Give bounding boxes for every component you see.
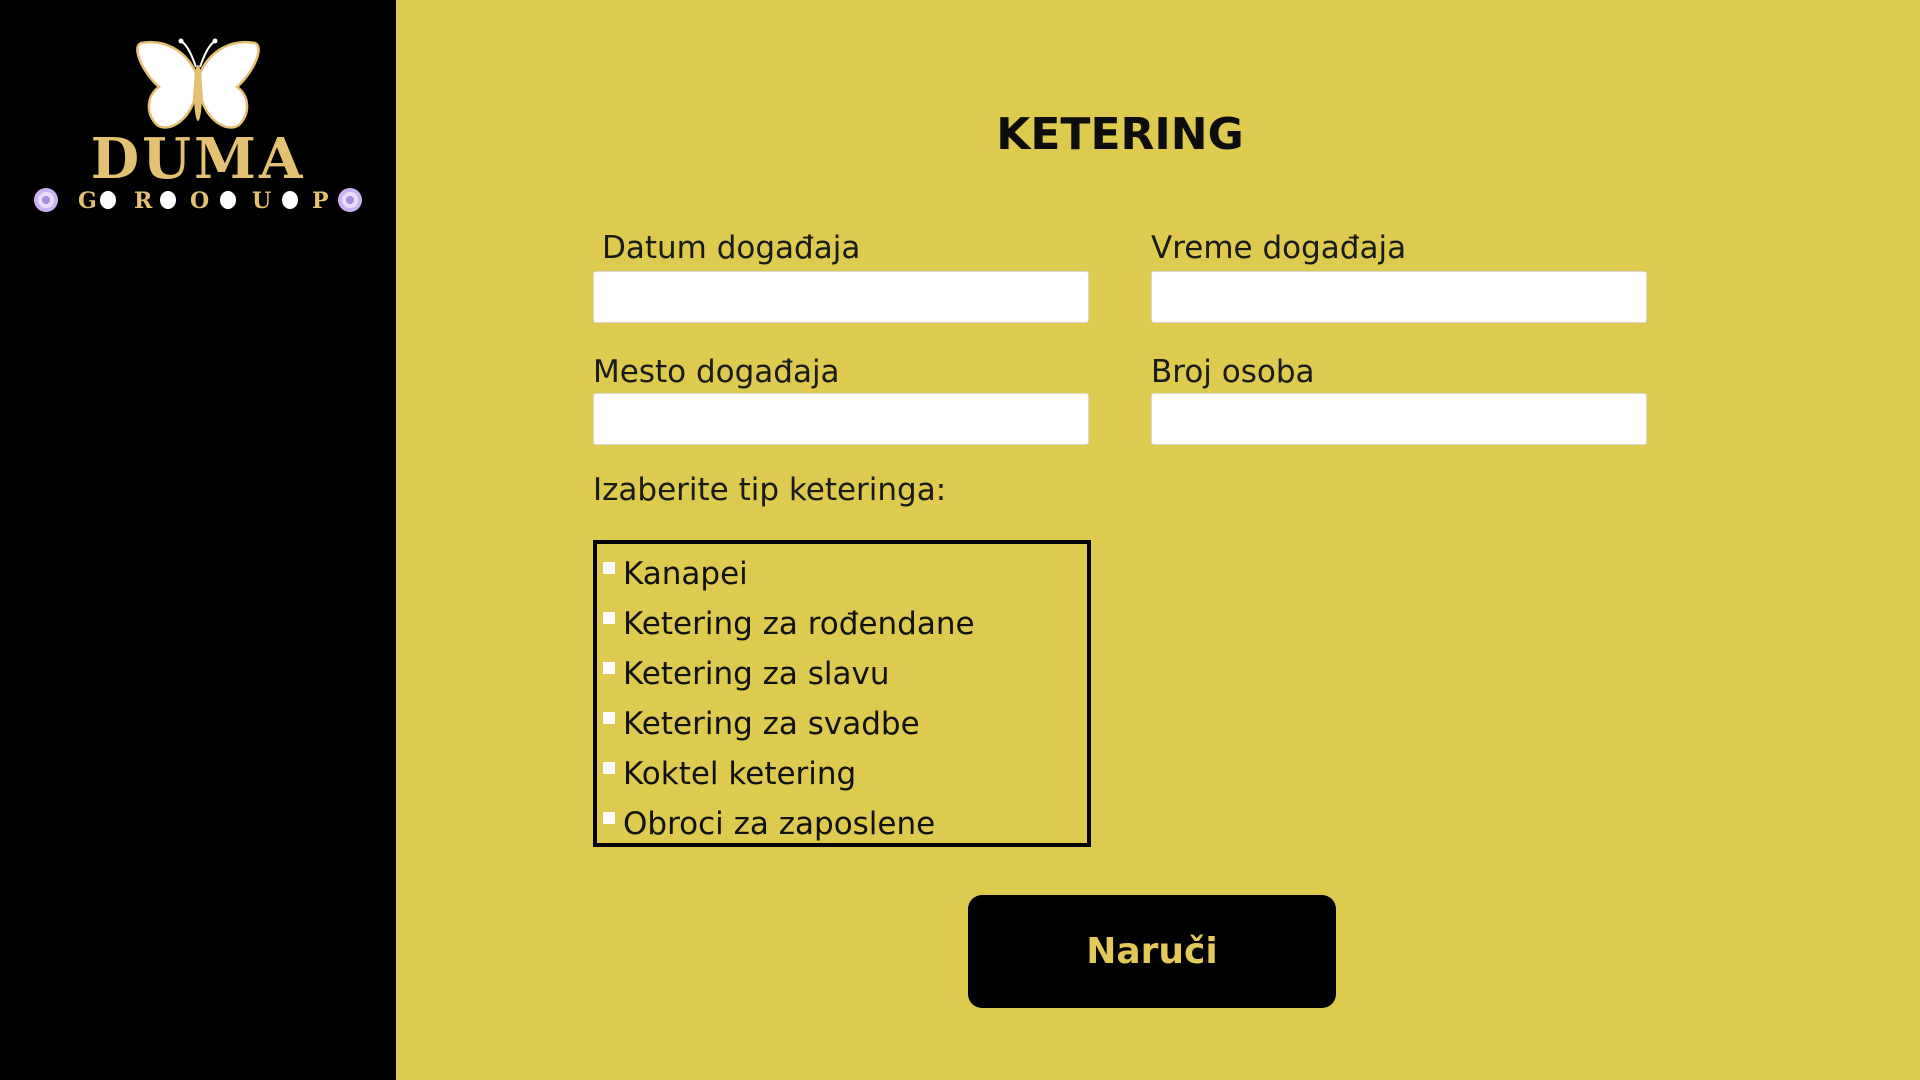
catering-option-kanapei[interactable]: Kanapei (603, 550, 1083, 598)
tagline-letter-g: G (78, 188, 97, 214)
catering-order-page: DUMA G R O U P KETERING Datum događaja V… (0, 0, 1920, 1080)
guest-count-label: Broj osoba (1151, 354, 1315, 390)
catering-checkbox[interactable] (603, 662, 615, 674)
brand-wordmark: DUMA (90, 126, 306, 192)
catering-option-label: Koktel ketering (623, 756, 857, 792)
sidebar: DUMA G R O U P (0, 0, 396, 1080)
catering-option-slava[interactable]: Ketering za slavu (603, 650, 1083, 698)
order-button[interactable]: Naruči (968, 895, 1336, 1008)
tagline-letter-r: R (134, 188, 153, 214)
butterfly-icon (136, 38, 260, 129)
catering-option-label: Ketering za rođendane (623, 606, 975, 642)
catering-checkbox[interactable] (603, 762, 615, 774)
event-date-input[interactable] (593, 271, 1089, 323)
catering-option-birthdays[interactable]: Ketering za rođendane (603, 600, 1083, 648)
catering-form: KETERING Datum događaja Vreme događaja M… (396, 0, 1920, 1080)
event-time-input[interactable] (1151, 271, 1647, 323)
catering-type-label: Izaberite tip keteringa: (593, 472, 947, 508)
catering-checkbox[interactable] (603, 812, 615, 824)
catering-checkbox[interactable] (603, 562, 615, 574)
tagline-letter-p: P (312, 188, 329, 214)
brand-tagline-group: G R O U P (34, 188, 362, 214)
tagline-letter-u: U (252, 188, 271, 214)
event-place-label: Mesto događaja (593, 354, 840, 390)
catering-option-label: Ketering za svadbe (623, 706, 920, 742)
rose-icon (338, 188, 362, 212)
page-title: KETERING (996, 109, 1244, 160)
catering-checkbox[interactable] (603, 712, 615, 724)
catering-option-cocktail[interactable]: Koktel ketering (603, 750, 1083, 798)
event-place-input[interactable] (593, 393, 1089, 445)
guest-count-input[interactable] (1151, 393, 1647, 445)
catering-option-label: Kanapei (623, 556, 748, 592)
tagline-letter-o: O (190, 188, 209, 214)
event-date-label: Datum događaja (602, 230, 861, 266)
catering-option-employee-meals[interactable]: Obroci za zaposlene (603, 800, 1083, 848)
catering-type-list: Kanapei Ketering za rođendane Ketering z… (593, 540, 1091, 847)
catering-checkbox[interactable] (603, 612, 615, 624)
event-time-label: Vreme događaja (1151, 230, 1407, 266)
rose-icon (34, 188, 58, 212)
brand-logo[interactable]: DUMA G R O U P (0, 30, 396, 230)
catering-option-weddings[interactable]: Ketering za svadbe (603, 700, 1083, 748)
catering-option-label: Obroci za zaposlene (623, 806, 936, 842)
catering-option-label: Ketering za slavu (623, 656, 890, 692)
